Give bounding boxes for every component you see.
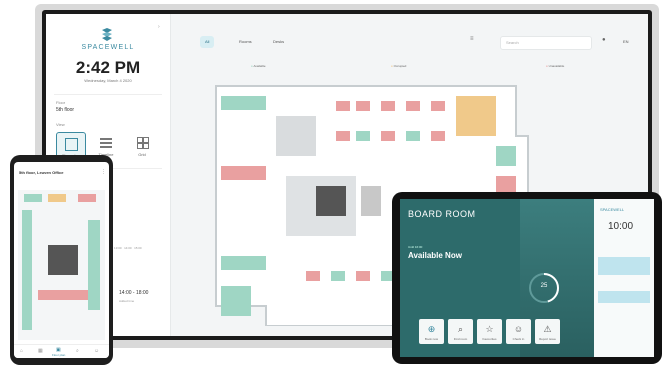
location-label: Floor bbox=[56, 100, 66, 105]
phone-menu-icon[interactable]: ⋮ bbox=[101, 169, 106, 175]
countdown-value: 25 bbox=[540, 283, 548, 289]
filter-icon[interactable]: ≡ bbox=[470, 36, 475, 42]
search-input[interactable]: Search bbox=[500, 36, 592, 50]
star-icon: ☆ bbox=[485, 324, 494, 334]
home-icon[interactable]: ⌂ bbox=[20, 348, 23, 354]
view-grid-button[interactable]: Grid bbox=[128, 132, 156, 160]
phone-bottom-nav: ⌂ ▦ ▣ Floor plan ⌕ ☺ bbox=[14, 344, 109, 358]
legend-unavailable: ● Unavailable bbox=[546, 64, 565, 68]
find-room-label: Find room bbox=[453, 337, 468, 341]
view-grid-label: Grid bbox=[138, 152, 146, 157]
favourites-label: Favourites bbox=[482, 337, 497, 341]
floorplan-icon bbox=[65, 138, 78, 151]
report-issue-label: Report issue bbox=[539, 337, 556, 341]
grid-icon-cell bbox=[143, 143, 149, 149]
timeline-ticks: 12:00 13:00 14:00 15:00 bbox=[104, 246, 164, 254]
time-range: 14:00 - 18:00 bbox=[119, 290, 149, 296]
booking-block[interactable] bbox=[598, 257, 650, 275]
filter-all-tab[interactable]: All bbox=[200, 36, 215, 48]
schedule-panel: SPACEWELL 10:00 bbox=[594, 199, 654, 357]
view-label: View bbox=[56, 122, 65, 127]
check-in-label: Check in bbox=[512, 337, 525, 341]
time-caption: Added time bbox=[119, 299, 135, 303]
room-name: BOARD ROOM bbox=[408, 209, 476, 219]
profile-nav-icon[interactable]: ☺ bbox=[94, 348, 99, 354]
tick: 15:00 bbox=[134, 246, 142, 250]
room-status: Available Now bbox=[408, 251, 462, 260]
legend-label: Available bbox=[253, 64, 266, 68]
timeline-icon bbox=[100, 138, 112, 140]
plus-icon: ⊕ bbox=[427, 324, 436, 334]
language-select[interactable]: EN bbox=[618, 36, 634, 48]
phone-app: 5th floor, Leuven Office ⋮ ⌂ ▦ ▣ Floor p… bbox=[14, 162, 109, 358]
clock-date: Wednesday, March 4 2020 bbox=[84, 78, 132, 83]
filter-desks-tab[interactable]: Desks bbox=[268, 36, 289, 48]
spacewell-logo-icon bbox=[102, 28, 112, 41]
floorplan-nav-label: Floor plan bbox=[52, 353, 66, 357]
clock-time: 2:42 PM bbox=[75, 58, 141, 77]
booking-block[interactable] bbox=[598, 291, 650, 303]
tick: 13:00 bbox=[114, 246, 122, 250]
brand-name: SPACEWELL bbox=[81, 44, 135, 51]
status-small: Until 16:00 bbox=[408, 245, 423, 249]
search-nav-icon[interactable]: ⌕ bbox=[76, 348, 79, 354]
phone-title: 5th floor, Leuven Office bbox=[19, 170, 64, 175]
search-icon: ⌕ bbox=[457, 324, 464, 334]
calendar-icon[interactable]: ▦ bbox=[38, 348, 43, 354]
phone-floor-plan[interactable] bbox=[18, 190, 105, 340]
divider bbox=[54, 94, 162, 95]
toolbar: All Rooms Desks ≡ Search ● EN bbox=[170, 14, 648, 54]
tick: 14:00 bbox=[124, 246, 132, 250]
legend-label: Occupied bbox=[393, 64, 407, 68]
tablet-brand: SPACEWELL bbox=[600, 207, 625, 212]
tablet-clock: 10:00 bbox=[608, 221, 634, 232]
location-value[interactable]: 5th floor bbox=[56, 107, 74, 113]
filter-rooms-tab[interactable]: Rooms bbox=[234, 36, 257, 48]
person-icon: ☺ bbox=[513, 324, 524, 334]
legend-occupied: ● Occupied bbox=[391, 64, 407, 68]
legend-label: Unavailable bbox=[548, 64, 565, 68]
location-pin-icon[interactable]: ● bbox=[602, 37, 606, 43]
collapse-icon[interactable]: › bbox=[158, 24, 160, 30]
book-now-label: Book now bbox=[424, 337, 439, 341]
legend-available: ● Available bbox=[251, 64, 266, 68]
warning-icon: ⚠ bbox=[543, 324, 552, 334]
